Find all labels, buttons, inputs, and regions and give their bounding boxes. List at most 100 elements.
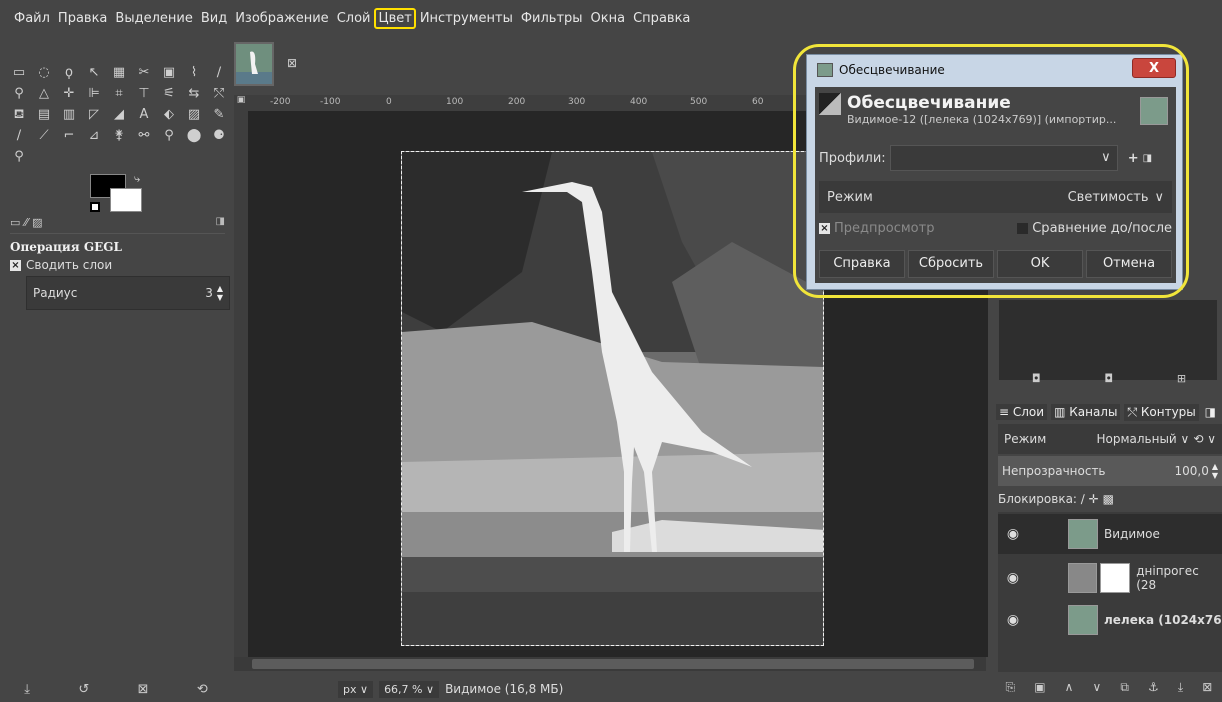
heal-icon[interactable]: ⚲ bbox=[158, 125, 180, 146]
tab-paths[interactable]: ⤲ Контуры bbox=[1124, 403, 1199, 421]
layer-name[interactable]: лелека (1024x76 bbox=[1104, 613, 1222, 627]
device-status-tab-icon[interactable]: ⁄⁄ bbox=[24, 216, 28, 233]
crop-icon[interactable]: ⌗ bbox=[108, 83, 130, 104]
image-icon[interactable]: ▨ bbox=[183, 104, 205, 125]
unit-select[interactable]: px ∨ bbox=[338, 680, 374, 698]
delete-layer-icon[interactable]: ⊠ bbox=[1202, 680, 1212, 702]
eyedropper-icon[interactable]: ⚲ bbox=[8, 146, 30, 167]
checkbox-icon[interactable]: × bbox=[10, 259, 21, 271]
opacity-field[interactable]: Непрозрачность 100,0 ▲ ▼ bbox=[998, 456, 1222, 486]
triangle-icon[interactable]: ◢ bbox=[108, 104, 130, 125]
tab-channels[interactable]: ▥ Каналы bbox=[1051, 404, 1121, 420]
measure-icon[interactable]: △ bbox=[33, 83, 55, 104]
image-tab-icon[interactable]: ▨ bbox=[32, 216, 42, 233]
move-icon[interactable]: ✛ bbox=[58, 83, 80, 104]
clone-icon[interactable]: ⚯ bbox=[133, 125, 155, 146]
warp-icon[interactable]: ⚟ bbox=[158, 83, 180, 104]
menu-image[interactable]: Изображение bbox=[231, 8, 332, 29]
menu-select[interactable]: Выделение bbox=[111, 8, 196, 29]
tool-options-tab-icon[interactable]: ▭ bbox=[10, 216, 20, 233]
text-icon[interactable]: A bbox=[133, 104, 155, 125]
reset-options-icon[interactable]: ⟲ bbox=[197, 682, 208, 697]
lock-pixels-icon[interactable]: ∕ bbox=[1081, 492, 1085, 506]
ruler-corner-icon[interactable]: ▣ bbox=[234, 95, 248, 111]
color-picker-icon[interactable]: ∕ bbox=[208, 62, 230, 83]
mypaint-icon[interactable]: ⚵ bbox=[108, 125, 130, 146]
blend-icon[interactable]: ▥ bbox=[58, 104, 80, 125]
menu-tools[interactable]: Инструменты bbox=[416, 8, 517, 29]
layer-row[interactable]: ◉ дніпрогес (28 bbox=[998, 558, 1222, 598]
default-colors-icon[interactable] bbox=[90, 202, 100, 212]
image-canvas[interactable] bbox=[401, 151, 824, 646]
bucket-fill-icon[interactable]: ⛾ bbox=[8, 104, 30, 125]
scissors-icon[interactable]: ✂ bbox=[133, 62, 155, 83]
menu-view[interactable]: Вид bbox=[197, 8, 231, 29]
paths-icon[interactable]: ⌇ bbox=[183, 62, 205, 83]
lock-position-icon[interactable]: ✛ bbox=[1089, 492, 1099, 506]
background-color[interactable] bbox=[110, 188, 142, 212]
rect-select-icon[interactable]: ▭ bbox=[8, 62, 30, 83]
layer-name[interactable]: дніпрогес (28 bbox=[1136, 564, 1222, 592]
dodge-icon[interactable]: ⚈ bbox=[208, 125, 230, 146]
save-options-icon[interactable]: ⤓ bbox=[24, 682, 30, 697]
brush-icon[interactable]: ∕ bbox=[8, 125, 30, 146]
radius-value[interactable]: 3 bbox=[205, 286, 213, 300]
brush-small-icon[interactable]: ◘ bbox=[1032, 372, 1041, 385]
restore-options-icon[interactable]: ↺ bbox=[78, 682, 89, 697]
eye-icon[interactable]: ◉ bbox=[998, 526, 1028, 542]
shape-icon[interactable]: ◸ bbox=[83, 104, 105, 125]
layer-mode-select[interactable]: Нормальный ∨ bbox=[1096, 432, 1189, 446]
eye-icon[interactable]: ◉ bbox=[998, 612, 1028, 628]
tab-layers[interactable]: ≡ Слои bbox=[996, 404, 1048, 420]
dock-menu-icon[interactable]: ◨ bbox=[1205, 405, 1216, 419]
menu-help[interactable]: Справка bbox=[629, 8, 694, 29]
fuzzy-select-icon[interactable]: ↖ bbox=[83, 62, 105, 83]
brush-medium-icon[interactable]: ◘ bbox=[1104, 372, 1113, 385]
image-tab-thumbnail[interactable] bbox=[234, 42, 274, 86]
fill-icon[interactable]: ⬖ bbox=[158, 104, 180, 125]
layer-name[interactable]: Видимое bbox=[1104, 527, 1160, 541]
menu-layer[interactable]: Слой bbox=[333, 8, 375, 29]
pencil-icon[interactable]: ✎ bbox=[208, 104, 230, 125]
anchor-layer-icon[interactable]: ⚓ bbox=[1148, 680, 1159, 702]
delete-options-icon[interactable]: ⊠ bbox=[138, 682, 149, 697]
menu-colors[interactable]: Цвет bbox=[374, 7, 416, 29]
panel-menu-icon[interactable]: ◨ bbox=[216, 216, 225, 233]
merge-down-icon[interactable]: ⤓ bbox=[1178, 680, 1183, 702]
cage-icon[interactable]: ⤲ bbox=[208, 83, 230, 104]
zoom-select[interactable]: 66,7 % ∨ bbox=[379, 680, 440, 698]
lower-layer-icon[interactable]: ∨ bbox=[1093, 680, 1102, 702]
eraser-icon[interactable]: ⟋ bbox=[33, 125, 55, 146]
spin-arrows-icon[interactable]: ▲ ▼ bbox=[217, 284, 223, 302]
new-layer-icon[interactable]: ⎘ bbox=[1006, 680, 1016, 702]
airbrush-icon[interactable]: ⌐ bbox=[58, 125, 80, 146]
color-select-icon[interactable]: ▦ bbox=[108, 62, 130, 83]
spin-arrows-icon[interactable]: ▲ ▼ bbox=[1212, 462, 1218, 480]
smudge-icon[interactable]: ⬤ bbox=[183, 125, 205, 146]
scrollbar-thumb[interactable] bbox=[252, 659, 974, 669]
composite-mode-icon[interactable]: ⟲ ∨ bbox=[1193, 432, 1216, 446]
opacity-value[interactable]: 100,0 bbox=[1174, 464, 1208, 478]
foreground-select-icon[interactable]: ▣ bbox=[158, 62, 180, 83]
menu-windows[interactable]: Окна bbox=[587, 8, 630, 29]
menu-edit[interactable]: Правка bbox=[54, 8, 111, 29]
align-icon[interactable]: ⊫ bbox=[83, 83, 105, 104]
horizontal-scrollbar[interactable] bbox=[234, 657, 986, 671]
menu-filters[interactable]: Фильтры bbox=[517, 8, 587, 29]
menu-file[interactable]: Файл bbox=[10, 8, 54, 29]
eye-icon[interactable]: ◉ bbox=[998, 570, 1028, 586]
brush-grid-icon[interactable]: ⊞ bbox=[1177, 372, 1186, 385]
lock-alpha-icon[interactable]: ▩ bbox=[1103, 492, 1114, 506]
new-group-icon[interactable]: ▣ bbox=[1034, 680, 1045, 702]
raise-layer-icon[interactable]: ∧ bbox=[1065, 680, 1074, 702]
color-swatch[interactable]: ⤷ bbox=[90, 172, 150, 218]
radius-field[interactable]: Радиус 3 ▲ ▼ bbox=[26, 276, 230, 310]
merge-layers-option[interactable]: × Сводить слои bbox=[10, 258, 112, 272]
unified-transform-icon[interactable]: ⊤ bbox=[133, 83, 155, 104]
flip-icon[interactable]: ⇆ bbox=[183, 83, 205, 104]
gradient-icon[interactable]: ▤ bbox=[33, 104, 55, 125]
ellipse-select-icon[interactable]: ◌ bbox=[33, 62, 55, 83]
lasso-icon[interactable]: ϙ bbox=[58, 62, 80, 83]
swap-colors-icon[interactable]: ⤷ bbox=[134, 172, 140, 186]
duplicate-layer-icon[interactable]: ⧉ bbox=[1120, 680, 1129, 702]
